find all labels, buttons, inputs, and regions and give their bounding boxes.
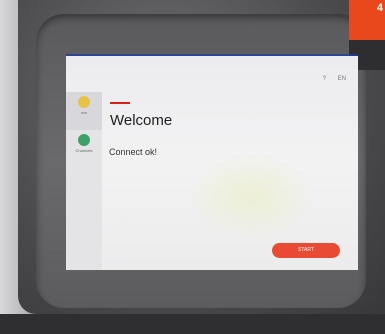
touch-screen: ? EN xxx Channels Welcome Connect ok! ST…: [66, 56, 358, 270]
language-button[interactable]: EN: [338, 76, 346, 82]
sidebar-item-channels[interactable]: Channels: [66, 130, 102, 168]
sidebar-item-xxx[interactable]: xxx: [66, 92, 102, 130]
device-floor: [0, 314, 385, 334]
corner-badge-text: 4: [376, 2, 383, 14]
connection-status: Connect ok!: [109, 147, 158, 157]
corner-badge: 4: [349, 0, 385, 40]
coin-icon: [78, 96, 90, 108]
globe-icon: [78, 134, 90, 146]
sidebar: xxx Channels: [66, 92, 102, 270]
screen-glare: [186, 151, 316, 241]
start-button[interactable]: START: [272, 243, 340, 258]
sidebar-item-label: xxx: [81, 110, 87, 115]
title-accent-line: [110, 102, 130, 104]
top-bar: ? EN: [313, 76, 346, 82]
sidebar-item-label: Channels: [75, 148, 93, 153]
help-button[interactable]: ?: [323, 76, 326, 82]
page-title: Welcome: [110, 112, 173, 129]
